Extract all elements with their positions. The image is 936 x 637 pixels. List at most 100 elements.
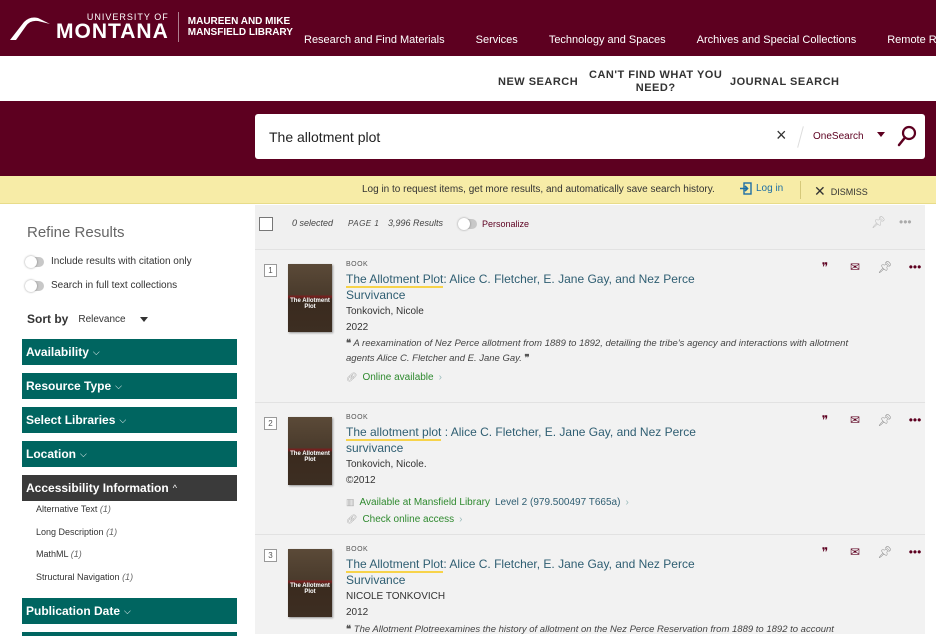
facet-value-long-description[interactable]: Long Description (1)	[36, 527, 117, 537]
facet-value-label: Long Description	[36, 527, 104, 537]
facet-availability[interactable]: Availability ⌵	[22, 339, 237, 365]
availability-status: Check online access	[362, 514, 455, 525]
select-all-checkbox[interactable]	[259, 217, 273, 231]
personalize-label[interactable]: Personalize	[482, 219, 529, 229]
facet-publication-date[interactable]: Publication Date ⌵	[22, 598, 237, 624]
sort-by[interactable]: Sort by Relevance	[27, 312, 148, 326]
journal-search-link[interactable]: JOURNAL SEARCH	[730, 76, 839, 89]
cover-title: The Allotment Plot	[290, 451, 330, 463]
login-banner-message: Log in to request items, get more result…	[362, 184, 715, 195]
main-nav: Research and Find Materials Services Tec…	[304, 34, 936, 46]
result-title-link[interactable]: The allotment plot : Alice C. Fletcher, …	[346, 424, 716, 456]
refine-sidebar: Refine Results Include results with cita…	[0, 205, 250, 636]
top-header: UNIVERSITY OF MONTANA MAUREEN AND MIKE M…	[0, 0, 936, 56]
clear-search-icon[interactable]: ×	[776, 125, 787, 146]
toggle-switch[interactable]	[25, 255, 44, 268]
online-access-link[interactable]: 🔗︎ Check online access ›	[346, 514, 463, 525]
nav-remote-research[interactable]: Remote Research	[887, 34, 936, 46]
nav-archives[interactable]: Archives and Special Collections	[697, 34, 857, 46]
book-cover-image[interactable]: The Allotment Plot	[288, 549, 332, 617]
cant-find-line2: NEED?	[635, 82, 676, 94]
search-scope-select[interactable]: OneSearch	[813, 131, 864, 142]
result-title-link[interactable]: The Allotment Plot: Alice C. Fletcher, E…	[346, 271, 716, 303]
sort-by-value[interactable]: Relevance	[78, 314, 125, 325]
more-options-icon[interactable]: •••	[900, 545, 930, 559]
toggle-label: Search in full text collections	[51, 280, 178, 291]
facet-location[interactable]: Location ⌵	[22, 441, 237, 467]
facet-value-label: Alternative Text	[36, 504, 98, 514]
new-search-link[interactable]: NEW SEARCH	[498, 76, 578, 89]
logo-montana: MONTANA	[56, 20, 169, 43]
nav-services[interactable]: Services	[476, 34, 518, 46]
pin-icon[interactable]: 📌︎	[870, 545, 900, 559]
citation-icon[interactable]: ❞	[810, 545, 840, 559]
toggle-full-text[interactable]: Search in full text collections	[25, 279, 178, 292]
dismiss-button[interactable]: ✕ DISMISS	[814, 183, 868, 200]
selected-count: 0 selected	[292, 218, 334, 228]
sort-dropdown-caret-icon[interactable]	[139, 316, 148, 322]
facet-value-count: (1)	[106, 527, 118, 537]
scope-dropdown-caret-icon[interactable]	[877, 132, 885, 137]
toggle-switch[interactable]	[25, 279, 44, 292]
logo-library-line1: MAUREEN AND MIKE	[187, 16, 291, 27]
login-banner: Log in to request items, get more result…	[0, 176, 936, 204]
title-highlight: The Allotment Plot	[346, 272, 444, 288]
login-button[interactable]: Log in	[740, 182, 783, 195]
search-band: The allotment plot × OneSearch	[0, 101, 936, 176]
results-panel: 0 selected PAGE 1 3,996 Results Personal…	[255, 205, 925, 637]
results-toolbar: 0 selected PAGE 1 3,996 Results Personal…	[255, 205, 925, 243]
result-actions: ❞ ✉︎ 📌︎ •••	[810, 545, 930, 559]
facet-value-count: (1)	[99, 504, 111, 514]
logo-divider	[177, 12, 179, 42]
search-input[interactable]: The allotment plot	[269, 129, 380, 145]
facet-label: Accessibility Information	[26, 481, 169, 495]
book-cover-image[interactable]: The Allotment Plot	[288, 264, 332, 332]
result-actions: ❞ ✉︎ 📌︎ •••	[810, 260, 930, 274]
facet-value-structural-navigation[interactable]: Structural Navigation (1)	[36, 572, 133, 582]
more-options-icon[interactable]: •••	[900, 260, 930, 274]
link-icon: 🔗︎	[346, 514, 358, 524]
result-number: 3	[264, 549, 277, 562]
result-abstract: ❝ The Allotment Plotreexamines the histo…	[346, 622, 856, 637]
result-item[interactable]: 2 The Allotment Plot BOOK The allotment …	[255, 402, 925, 534]
facet-value-mathml[interactable]: MathML (1)	[36, 549, 82, 559]
cant-find-link[interactable]: CAN'T FIND WHAT YOU NEED?	[589, 69, 722, 95]
pin-icon[interactable]: 📌︎	[870, 413, 900, 427]
search-icon[interactable]	[897, 125, 917, 147]
citation-icon[interactable]: ❞	[810, 413, 840, 427]
facet-select-libraries[interactable]: Select Libraries ⌵	[22, 407, 237, 433]
email-icon[interactable]: ✉︎	[840, 260, 870, 274]
email-icon[interactable]: ✉︎	[840, 413, 870, 427]
pin-icon[interactable]: 📌︎	[871, 215, 886, 229]
results-count: 3,996 Results	[388, 218, 444, 228]
personalize-toggle[interactable]	[458, 218, 477, 230]
nav-research[interactable]: Research and Find Materials	[304, 34, 445, 46]
chevron-right-icon: ›	[625, 497, 629, 508]
book-cover-image[interactable]: The Allotment Plot	[288, 417, 332, 485]
login-label: Log in	[756, 183, 784, 194]
availability-link[interactable]: ▥ Available at Mansfield Library Level 2…	[346, 497, 629, 508]
search-box: The allotment plot × OneSearch	[255, 114, 925, 159]
result-author: Tonkovich, Nicole	[346, 306, 424, 317]
result-author: Tonkovich, Nicole.	[346, 459, 427, 470]
result-item[interactable]: 1 The Allotment Plot BOOK The Allotment …	[255, 249, 925, 402]
result-title-link[interactable]: The Allotment Plot: Alice C. Fletcher, E…	[346, 556, 716, 588]
logo-library-line2: MANSFIELD LIBRARY	[187, 27, 293, 38]
availability-status: Online available	[362, 372, 434, 383]
facet-resource-type[interactable]: Resource Type ⌵	[22, 373, 237, 399]
toggle-citation-only[interactable]: Include results with citation only	[25, 255, 192, 268]
result-item[interactable]: 3 The Allotment Plot BOOK The Allotment …	[255, 534, 925, 637]
facet-value-alternative-text[interactable]: Alternative Text (1)	[36, 504, 111, 514]
more-options-icon[interactable]: •••	[899, 215, 912, 229]
availability-link[interactable]: 🔗︎ Online available ›	[346, 372, 442, 383]
more-options-icon[interactable]: •••	[900, 413, 930, 427]
pin-icon[interactable]: 📌︎	[870, 260, 900, 274]
chevron-down-icon: ⌵	[80, 448, 87, 459]
chevron-right-icon: ›	[459, 514, 463, 525]
facet-accessibility-information[interactable]: Accessibility Information ^	[22, 475, 237, 501]
nav-technology[interactable]: Technology and Spaces	[549, 34, 666, 46]
open-quote-icon: ❝	[346, 338, 352, 349]
university-logo[interactable]: UNIVERSITY OF MONTANA MAUREEN AND MIKE M…	[10, 12, 293, 42]
citation-icon[interactable]: ❞	[810, 260, 840, 274]
email-icon[interactable]: ✉︎	[840, 545, 870, 559]
